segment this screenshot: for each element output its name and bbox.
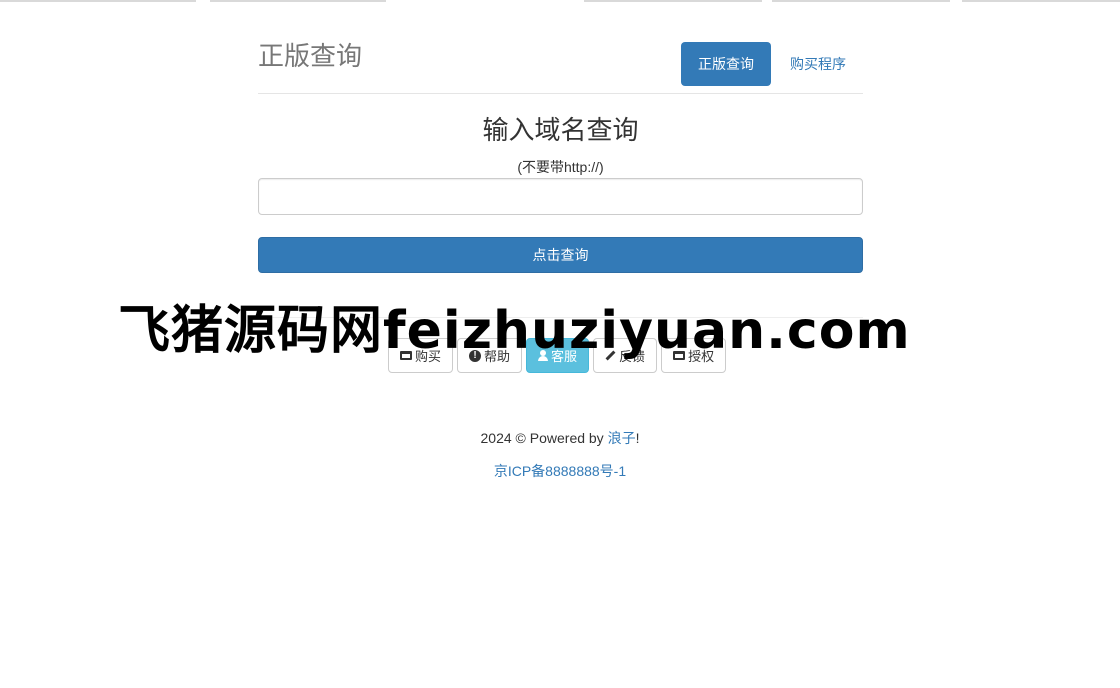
main-container: 正版查询 正版查询 购买程序 输入域名查询 (不要带http://) 点击查询: [258, 0, 863, 318]
page-footer: 2024 © Powered by 浪子! 京ICP备8888888号-1: [0, 428, 1120, 481]
watermark-text: 飞猪源码网feizhuziyuan.com: [118, 301, 911, 361]
author-link[interactable]: 浪子: [608, 430, 636, 446]
icp-link[interactable]: 京ICP备8888888号-1: [494, 463, 626, 479]
icp-line: 京ICP备8888888号-1: [0, 461, 1120, 481]
nav-genuine-query[interactable]: 正版查询: [681, 42, 771, 86]
query-submit-button[interactable]: 点击查询: [258, 237, 863, 273]
copyright-line: 2024 © Powered by 浪子!: [0, 428, 1120, 448]
copyright-suffix: !: [635, 430, 640, 446]
top-nav: 正版查询 购买程序: [681, 42, 863, 86]
domain-input[interactable]: [258, 178, 863, 215]
copyright-text: 2024 © Powered by: [480, 430, 608, 446]
page-title: 正版查询: [258, 41, 363, 71]
page-header: 正版查询 正版查询 购买程序: [258, 0, 863, 94]
query-hint: (不要带http://): [517, 159, 604, 175]
nav-buy-program[interactable]: 购买程序: [773, 42, 863, 86]
query-heading: 输入域名查询: [482, 115, 639, 145]
